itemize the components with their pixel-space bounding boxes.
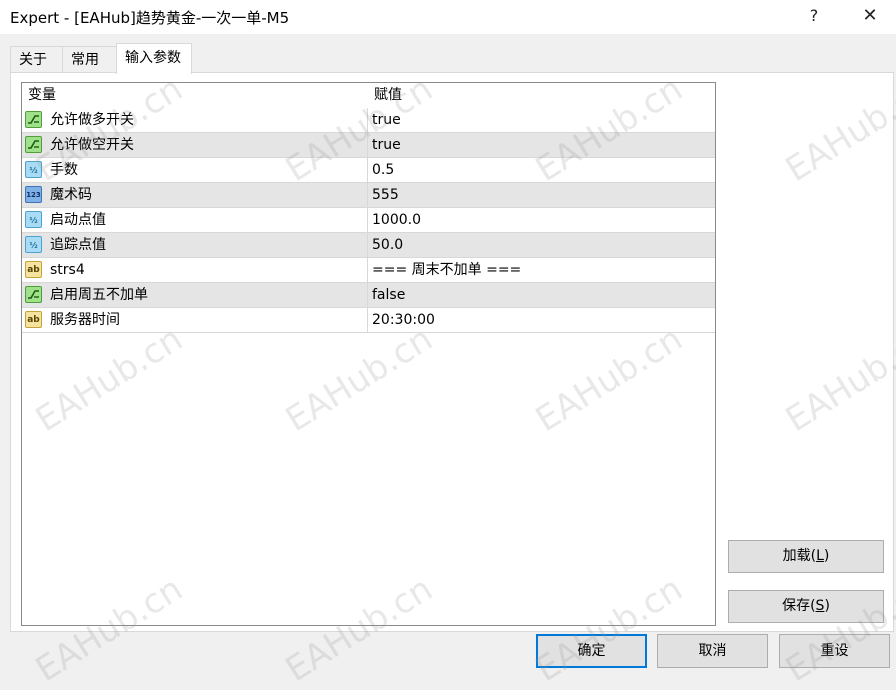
ok-button[interactable]: 确定 xyxy=(536,634,647,668)
value-cell[interactable]: 1000.0 xyxy=(372,208,712,232)
variable-name: 启动点值 xyxy=(50,212,106,228)
variable-cell: ½ 手数 xyxy=(22,158,368,182)
double-icon: ½ xyxy=(25,161,42,178)
save-label: 保存( xyxy=(782,598,816,614)
value-cell[interactable]: true xyxy=(372,133,712,157)
variable-cell: 123 魔术码 xyxy=(22,183,368,207)
load-label-end: ) xyxy=(823,548,830,564)
cancel-button[interactable]: 取消 xyxy=(657,634,768,668)
integer-icon: 123 xyxy=(25,186,42,203)
value-cell[interactable]: 20:30:00 xyxy=(372,308,712,332)
string-icon: ab xyxy=(25,261,42,278)
table-row[interactable]: 允许做多开关 true xyxy=(22,108,715,133)
load-label: 加载( xyxy=(782,548,817,564)
variable-cell: ab strs4 xyxy=(22,258,368,282)
value-cell[interactable]: 555 xyxy=(372,183,712,207)
variable-name: 魔术码 xyxy=(50,187,92,203)
value-cell[interactable]: true xyxy=(372,108,712,132)
grid-rows: 允许做多开关 true 允许做空开关 true ½ 手数 0.5 123 魔术码 555 ½ 启动点值… xyxy=(22,108,715,333)
variable-name: 允许做多开关 xyxy=(50,112,134,128)
value-cell[interactable]: === 周末不加单 === xyxy=(372,258,712,282)
table-row[interactable]: 允许做空开关 true xyxy=(22,133,715,158)
value-cell[interactable]: 0.5 xyxy=(372,158,712,182)
variable-name: 手数 xyxy=(50,162,78,178)
variable-cell: ab 服务器时间 xyxy=(22,308,368,332)
load-accesskey: L xyxy=(816,548,824,564)
string-icon: ab xyxy=(25,311,42,328)
variable-cell: ½ 追踪点值 xyxy=(22,233,368,257)
table-row[interactable]: 123 魔术码 555 xyxy=(22,183,715,208)
load-button[interactable]: 加载(L) xyxy=(728,540,884,573)
variable-name: 允许做空开关 xyxy=(50,137,134,153)
save-label-end: ) xyxy=(824,598,830,614)
table-row[interactable]: ½ 追踪点值 50.0 xyxy=(22,233,715,258)
save-button[interactable]: 保存(S) xyxy=(728,590,884,623)
variable-cell: 启用周五不加单 xyxy=(22,283,368,307)
tab-inputs[interactable]: 输入参数 xyxy=(116,43,192,74)
value-cell[interactable]: 50.0 xyxy=(372,233,712,257)
toggle-icon xyxy=(25,111,42,128)
variable-cell: ½ 启动点值 xyxy=(22,208,368,232)
variable-cell: 允许做多开关 xyxy=(22,108,368,132)
variable-name: strs4 xyxy=(50,262,85,278)
table-row[interactable]: ½ 手数 0.5 xyxy=(22,158,715,183)
value-cell[interactable]: false xyxy=(372,283,712,307)
reset-button[interactable]: 重设 xyxy=(779,634,890,668)
double-icon: ½ xyxy=(25,211,42,228)
grid-header: 变量 赋值 xyxy=(22,83,715,106)
tab-common[interactable]: 常用 xyxy=(62,46,120,73)
column-header-value[interactable]: 赋值 xyxy=(374,83,402,106)
variable-cell: 允许做空开关 xyxy=(22,133,368,157)
toggle-icon xyxy=(25,136,42,153)
window-title: Expert - [EAHub]趋势黄金-一次一单-M5 xyxy=(10,9,290,27)
toggle-icon xyxy=(25,286,42,303)
variable-name: 追踪点值 xyxy=(50,237,106,253)
title-bar: Expert - [EAHub]趋势黄金-一次一单-M5 ? ✕ xyxy=(0,0,896,34)
double-icon: ½ xyxy=(25,236,42,253)
table-row[interactable]: 启用周五不加单 false xyxy=(22,283,715,308)
table-row[interactable]: ½ 启动点值 1000.0 xyxy=(22,208,715,233)
close-button[interactable]: ✕ xyxy=(848,0,892,34)
variable-name: 启用周五不加单 xyxy=(50,287,148,303)
parameters-grid: 变量 赋值 允许做多开关 true 允许做空开关 true ½ 手数 0.5 123 魔术码 55… xyxy=(21,82,716,626)
table-row[interactable]: ab strs4 === 周末不加单 === xyxy=(22,258,715,283)
column-header-variable[interactable]: 变量 xyxy=(28,83,56,106)
tab-about[interactable]: 关于 xyxy=(10,46,66,73)
variable-name: 服务器时间 xyxy=(50,312,120,328)
table-row[interactable]: ab 服务器时间 20:30:00 xyxy=(22,308,715,333)
help-button[interactable]: ? xyxy=(792,0,836,34)
